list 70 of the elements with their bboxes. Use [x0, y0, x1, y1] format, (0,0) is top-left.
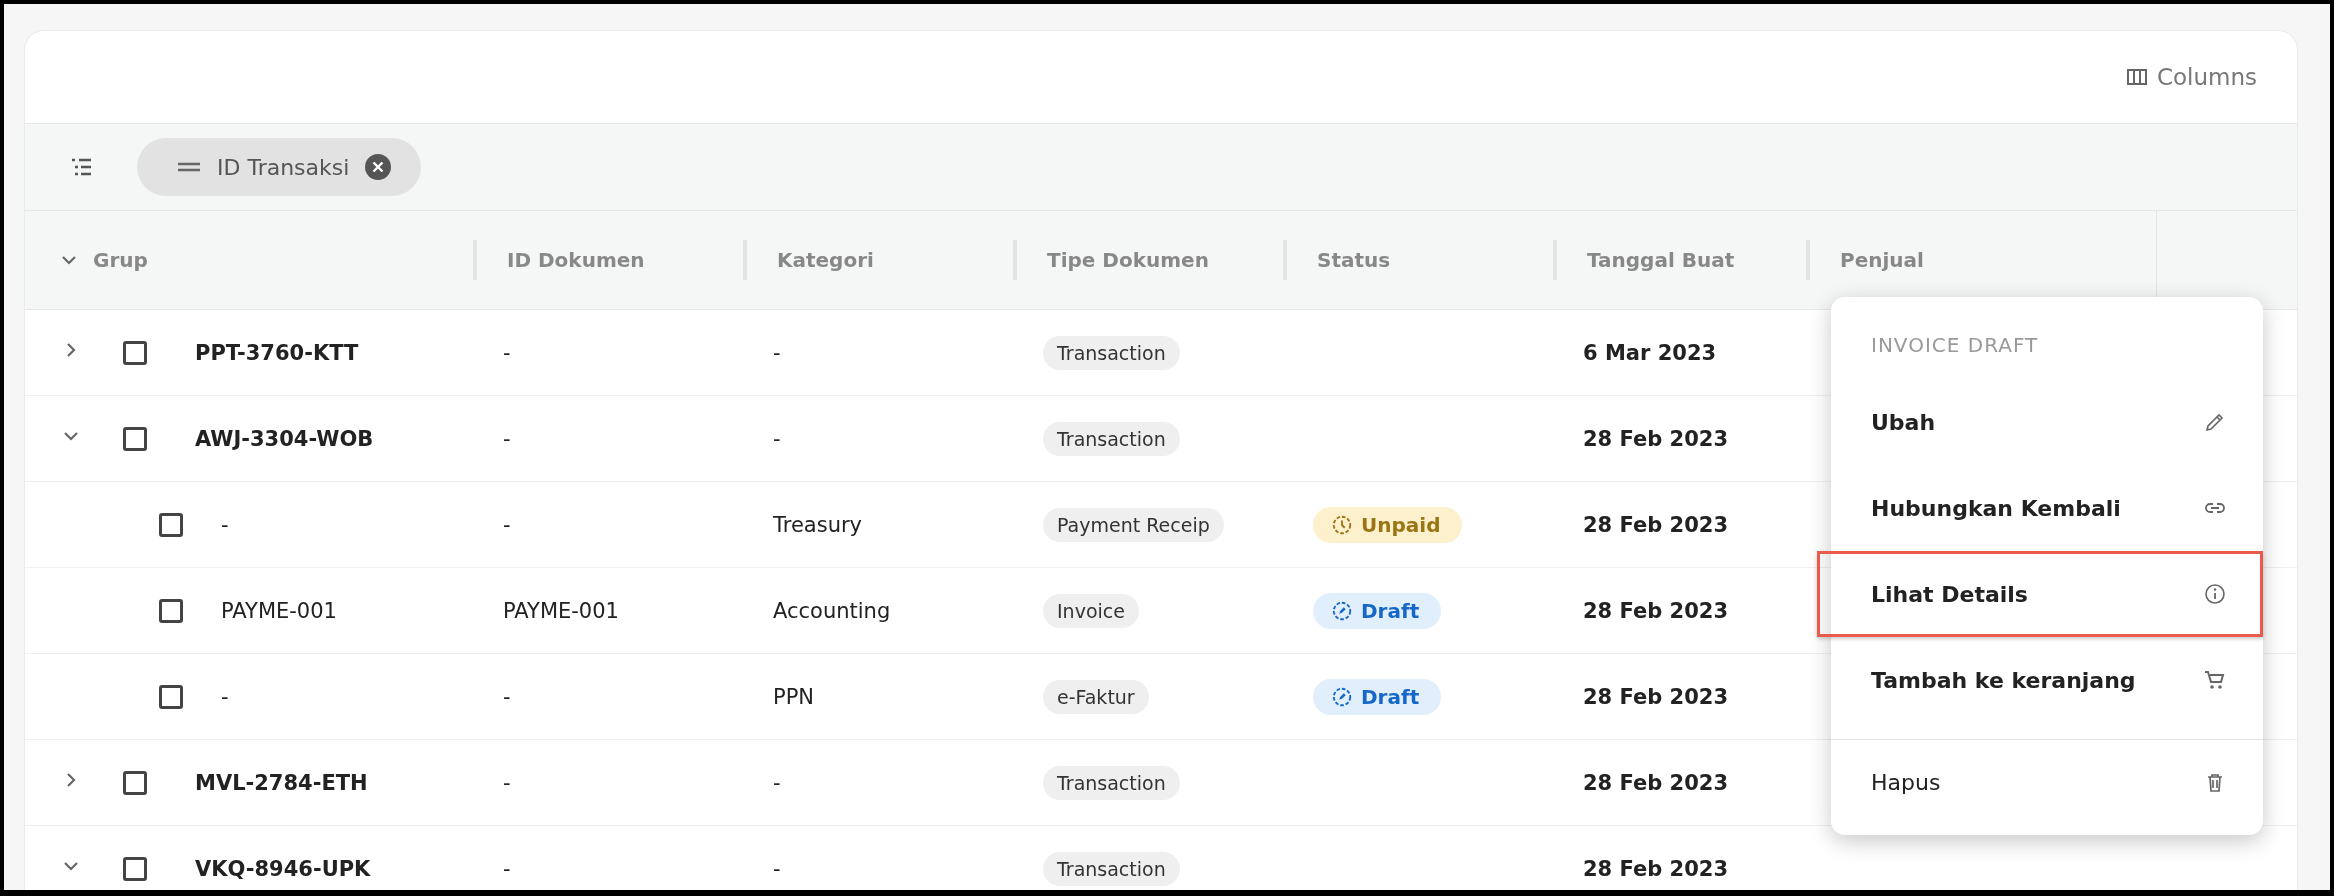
row-checkbox[interactable] [123, 770, 147, 795]
table-cell: AWJ-3304-WOB [195, 426, 374, 451]
table-cell-text: PAYME-001 [502, 598, 620, 623]
table-cell-text: - [502, 512, 512, 537]
table-cell-text: 28 Feb 2023 [1582, 684, 1730, 709]
info-icon [2203, 582, 2227, 606]
column-header[interactable]: Kategori [777, 248, 874, 272]
table-cell-text: - [502, 770, 512, 795]
table-cell-text: - [502, 426, 512, 451]
table-cell-text: 28 Feb 2023 [1582, 512, 1730, 537]
table-cell-text: - [772, 426, 782, 451]
close-icon[interactable] [365, 154, 392, 180]
row-checkbox[interactable] [123, 340, 147, 365]
table-cell-text: 6 Mar 2023 [1582, 340, 1718, 365]
column-header[interactable]: Status [1317, 248, 1391, 272]
table-cell: VKQ-8946-UPK [195, 856, 371, 881]
clock-icon [1331, 513, 1353, 536]
drag-handle-icon[interactable] [177, 161, 201, 173]
menu-item[interactable]: Tambah ke keranjang [1831, 637, 2263, 723]
column-header[interactable]: Penjual [1840, 248, 1924, 272]
row-checkbox[interactable] [123, 856, 147, 881]
column-header[interactable]: Grup [93, 248, 148, 272]
row-checkbox[interactable] [123, 426, 147, 451]
column-header[interactable]: Tipe Dokumen [1047, 248, 1209, 272]
table-cell-text: 28 Feb 2023 [1582, 598, 1730, 623]
columns-button[interactable]: Columns [2122, 60, 2261, 94]
table-cell-text: 28 Feb 2023 [1582, 856, 1730, 881]
table-cell-text: 28 Feb 2023 [1582, 426, 1730, 451]
row-checkbox[interactable] [159, 512, 183, 537]
pencil-icon [1331, 599, 1353, 622]
document-type-tag: e-Faktur [1043, 679, 1149, 714]
status-badge: Draft [1313, 592, 1442, 629]
table-cell: - [221, 684, 229, 709]
row-checkbox[interactable] [159, 598, 183, 623]
document-type-tag: Transaction [1043, 421, 1180, 456]
table-cell-text: 28 Feb 2023 [1582, 770, 1730, 795]
menu-title: INVOICE DRAFT [1870, 332, 2040, 359]
table-cell-text: Accounting [772, 598, 892, 623]
table-cell-text: Treasury [772, 512, 863, 537]
status-badge: Unpaid [1313, 506, 1463, 543]
table-cell-text: - [502, 340, 512, 365]
document-type-tag: Transaction [1043, 851, 1180, 886]
group-chip[interactable]: ID Transaksi [137, 138, 422, 196]
table-cell-text: - [772, 340, 782, 365]
document-type-tag: Transaction [1043, 335, 1180, 370]
cart-icon [2203, 668, 2227, 692]
table-cell: PAYME-001 [221, 598, 337, 623]
columns-icon [2126, 69, 2147, 85]
table-cell: - [221, 512, 229, 537]
table-cell-text: - [772, 856, 782, 881]
row-checkbox[interactable] [159, 684, 183, 709]
document-type-tag: Invoice [1043, 593, 1139, 628]
document-type-tag: Transaction [1043, 765, 1180, 800]
menu-item[interactable]: Ubah [1831, 379, 2263, 465]
table-cell: PPT-3760-KTT [195, 340, 359, 365]
menu-item[interactable]: Hapus [1831, 739, 2263, 825]
table-cell-text: PPN [772, 684, 816, 709]
document-type-tag: Payment Receip [1043, 507, 1224, 542]
menu-item[interactable]: Lihat Details [1817, 551, 2263, 637]
table-cell-text: - [772, 770, 782, 795]
table-cell-text: - [502, 856, 512, 881]
table-cell: MVL-2784-ETH [195, 770, 368, 795]
column-header[interactable]: Tanggal Buat [1587, 248, 1735, 272]
menu-item[interactable]: Hubungkan Kembali [1831, 465, 2263, 551]
column-header[interactable]: ID Dokumen [507, 248, 645, 272]
group-list-icon[interactable] [71, 157, 93, 177]
table-cell-text: - [502, 684, 512, 709]
status-badge: Draft [1313, 678, 1442, 715]
pencil-icon [1331, 685, 1353, 708]
chip-label: ID Transaksi [217, 154, 350, 180]
